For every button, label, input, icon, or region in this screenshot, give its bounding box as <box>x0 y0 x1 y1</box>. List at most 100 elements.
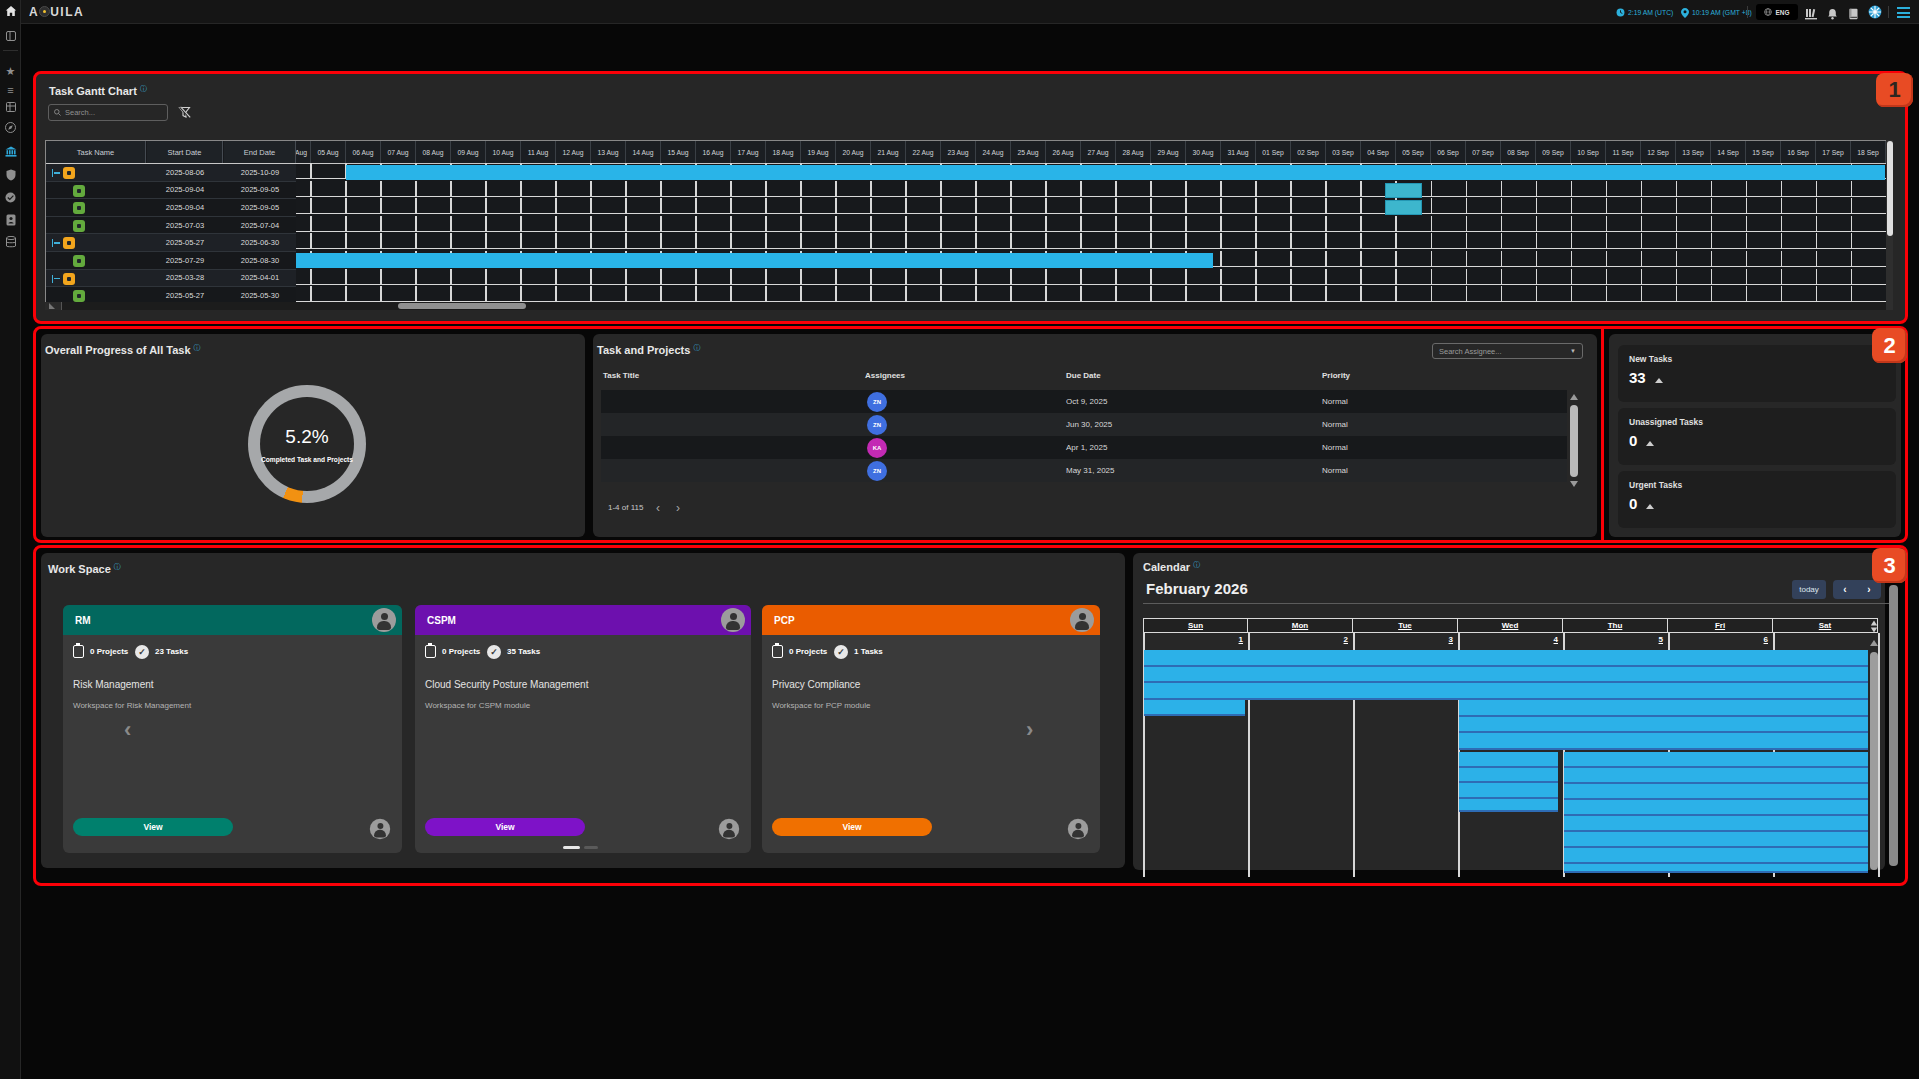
gantt-date-header[interactable]: 02 Sep <box>1291 141 1326 163</box>
info-icon[interactable]: ⓘ <box>693 344 700 351</box>
view-button[interactable]: View <box>425 818 585 836</box>
calendar-event-bar[interactable] <box>1459 700 1868 717</box>
calendar-weekday[interactable]: Sat <box>1773 618 1878 633</box>
gantt-date-header[interactable]: 07 Aug <box>381 141 416 163</box>
workspace-card[interactable]: RM0 Projects✓23 TasksRisk ManagementWork… <box>63 605 402 853</box>
calendar-event-bar[interactable] <box>1564 768 1868 784</box>
calendar-event-bar[interactable] <box>1459 752 1558 768</box>
calendar-event-bar[interactable] <box>1459 799 1558 813</box>
gantt-date-header[interactable]: 01 Sep <box>1256 141 1291 163</box>
gantt-date-header[interactable]: 03 Sep <box>1326 141 1361 163</box>
task-row[interactable]: KAApr 1, 2025Normal <box>601 436 1567 459</box>
gantt-date-header[interactable]: 13 Aug <box>591 141 626 163</box>
menu-hamburger-icon[interactable] <box>1897 7 1910 18</box>
calendar-prev-icon[interactable]: ‹ <box>1843 584 1846 595</box>
calendar-event-bar[interactable] <box>1564 752 1868 768</box>
gantt-date-header[interactable]: 11 Sep <box>1606 141 1641 163</box>
gantt-col-start-date[interactable]: Start Date <box>147 141 223 163</box>
gantt-date-header[interactable]: 13 Sep <box>1676 141 1711 163</box>
gantt-date-header[interactable]: 09 Sep <box>1536 141 1571 163</box>
assignee-search-select[interactable]: Search Assignee... ▼ <box>1432 343 1583 359</box>
calendar-event-bar[interactable] <box>1144 683 1868 700</box>
calendar-event-bar[interactable] <box>1144 667 1868 684</box>
gantt-date-header[interactable]: 08 Aug <box>416 141 451 163</box>
gantt-date-header[interactable]: 05 Aug <box>311 141 346 163</box>
table-icon[interactable] <box>0 102 21 112</box>
gantt-date-header[interactable]: 27 Aug <box>1081 141 1116 163</box>
pagination-next[interactable]: › <box>676 501 680 515</box>
calendar-next-icon[interactable]: › <box>1867 584 1870 595</box>
member-avatar-icon[interactable] <box>719 819 739 839</box>
calendar-event-bar[interactable] <box>1459 733 1868 750</box>
gantt-bar[interactable] <box>296 253 1213 268</box>
gantt-date-header[interactable]: 14 Aug <box>626 141 661 163</box>
gantt-date-header[interactable]: 20 Aug <box>836 141 871 163</box>
calendar-day-number[interactable]: 1 <box>1143 635 1243 644</box>
book-icon[interactable] <box>1848 6 1859 24</box>
gantt-bar[interactable] <box>1385 200 1422 215</box>
gantt-date-header[interactable]: 24 Aug <box>976 141 1011 163</box>
filter-off-icon[interactable] <box>178 105 191 123</box>
gantt-date-header[interactable]: 19 Aug <box>801 141 836 163</box>
gantt-col-end-date[interactable]: End Date <box>224 141 296 163</box>
calendar-event-bar[interactable] <box>1144 650 1868 667</box>
gantt-date-header[interactable]: 07 Sep <box>1466 141 1501 163</box>
expand-icon[interactable] <box>52 239 60 247</box>
gantt-row[interactable]: 2025-09-042025-09-05 <box>46 199 296 217</box>
globe-icon-2[interactable] <box>0 192 21 203</box>
view-button[interactable]: View <box>772 818 932 836</box>
gantt-date-header[interactable]: 12 Aug <box>556 141 591 163</box>
workspace-avatar-icon[interactable] <box>1070 608 1094 632</box>
assignee-avatar[interactable]: KA <box>867 438 887 458</box>
id-badge-icon[interactable] <box>0 214 21 226</box>
table-scroll-up-icon[interactable] <box>1570 394 1578 400</box>
gantt-date-header[interactable]: 18 Aug <box>766 141 801 163</box>
gantt-row[interactable]: 2025-07-032025-07-04 <box>46 217 296 235</box>
gantt-date-header[interactable]: 10 Sep <box>1571 141 1606 163</box>
task-row[interactable]: ZNOct 9, 2025Normal <box>601 390 1567 413</box>
gantt-row[interactable]: 2025-05-272025-06-30 <box>46 234 296 252</box>
gantt-date-header[interactable]: 11 Aug <box>521 141 556 163</box>
calendar-event-bar[interactable] <box>1144 700 1245 716</box>
info-icon[interactable]: ⓘ <box>114 563 121 570</box>
gantt-horizontal-scrollbar-thumb[interactable] <box>398 303 526 309</box>
workspace-avatar-icon[interactable] <box>372 608 396 632</box>
calendar-weekday[interactable]: Thu <box>1563 618 1668 633</box>
assignee-avatar[interactable]: ZN <box>867 415 887 435</box>
gantt-date-header[interactable]: 12 Sep <box>1641 141 1676 163</box>
calendar-weekday[interactable]: Tue <box>1353 618 1458 633</box>
star-icon[interactable]: ★ <box>0 66 21 76</box>
gantt-date-header[interactable]: 06 Aug <box>346 141 381 163</box>
assignee-avatar[interactable]: ZN <box>867 461 887 481</box>
gantt-date-header[interactable]: 10 Aug <box>486 141 521 163</box>
gantt-date-header[interactable]: 06 Sep <box>1431 141 1466 163</box>
calendar-scroll-up-icon[interactable] <box>1870 640 1878 646</box>
calendar-today-button[interactable]: today <box>1792 580 1826 599</box>
calendar-weekday[interactable]: Mon <box>1248 618 1353 633</box>
gantt-date-header[interactable]: 26 Aug <box>1046 141 1081 163</box>
stat-trend-icon[interactable] <box>1646 504 1654 509</box>
task-row[interactable]: ZNJun 30, 2025Normal <box>601 413 1567 436</box>
gantt-date-header[interactable]: 28 Aug <box>1116 141 1151 163</box>
info-icon[interactable]: ⓘ <box>140 85 147 92</box>
gantt-date-header[interactable]: 31 Aug <box>1221 141 1256 163</box>
expand-icon[interactable] <box>52 169 60 177</box>
calendar-weekday[interactable]: Sun <box>1143 618 1248 633</box>
member-avatar-icon[interactable] <box>370 819 390 839</box>
pagination-prev[interactable]: ‹ <box>656 501 660 515</box>
gantt-row[interactable]: 2025-08-062025-10-09 <box>46 164 296 182</box>
calendar-event-bar[interactable] <box>1564 816 1868 832</box>
workspace-card[interactable]: PCP0 Projects✓1 TasksPrivacy ComplianceW… <box>762 605 1100 853</box>
section-scrollbar-thumb[interactable] <box>1889 585 1898 866</box>
menu-icon[interactable]: ≡ <box>0 85 21 95</box>
workspace-card[interactable]: CSPM0 Projects✓35 TasksCloud Security Po… <box>415 605 751 853</box>
gantt-date-header[interactable]: 18 Sep <box>1851 141 1886 163</box>
gantt-date-header[interactable]: 04 Aug <box>296 141 311 163</box>
task-row[interactable]: ZNMay 31, 2025Normal <box>601 459 1567 482</box>
workspace-avatar-icon[interactable] <box>721 608 745 632</box>
calendar-day-number[interactable]: 5 <box>1563 635 1663 644</box>
carousel-next-icon[interactable]: › <box>1026 717 1033 743</box>
gantt-date-header[interactable]: 17 Aug <box>731 141 766 163</box>
gantt-bar[interactable] <box>346 165 1885 180</box>
shield-icon[interactable] <box>0 169 21 181</box>
